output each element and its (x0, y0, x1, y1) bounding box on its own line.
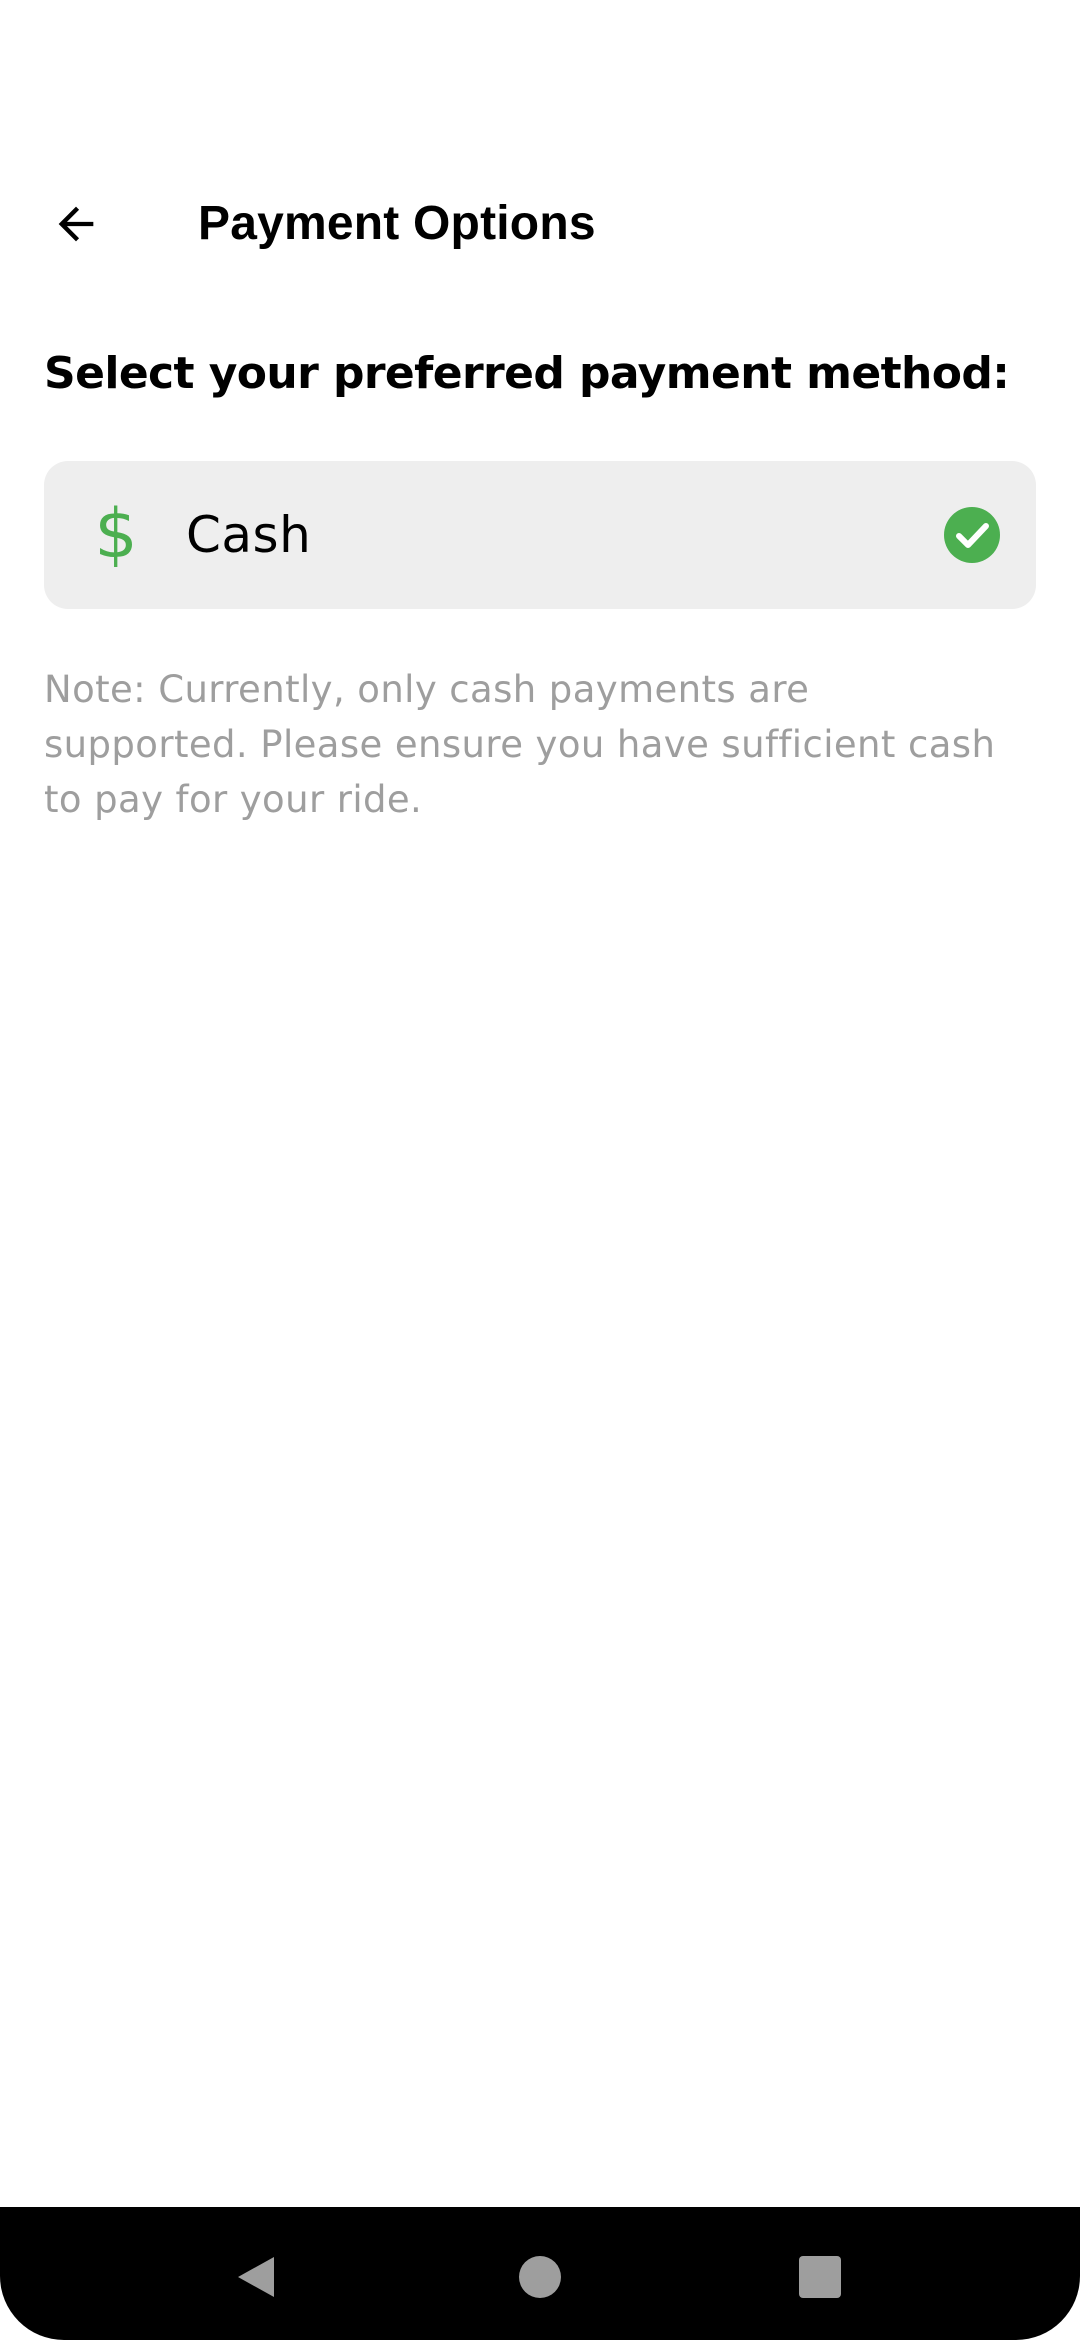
arrow-back-icon (58, 206, 94, 242)
payment-option-label: Cash (186, 506, 312, 564)
section-heading: Select your preferred payment method: (44, 348, 1010, 399)
dollar-icon: $ (94, 495, 138, 574)
triangle-back-icon (238, 2257, 274, 2297)
square-recents-icon (799, 2256, 841, 2298)
circle-home-icon (519, 2256, 561, 2298)
system-back-button[interactable] (208, 2229, 304, 2325)
back-button[interactable] (28, 184, 124, 264)
payment-option-cash[interactable]: $ Cash (44, 461, 1036, 609)
payment-note: Note: Currently, only cash payments are … (44, 668, 996, 821)
check-circle-icon (944, 507, 1000, 563)
system-navigation-bar (0, 2207, 1080, 2340)
page-title: Payment Options (198, 197, 596, 250)
system-home-button[interactable] (492, 2229, 588, 2325)
app-bar: Payment Options (0, 170, 1080, 278)
system-recents-button[interactable] (772, 2229, 868, 2325)
